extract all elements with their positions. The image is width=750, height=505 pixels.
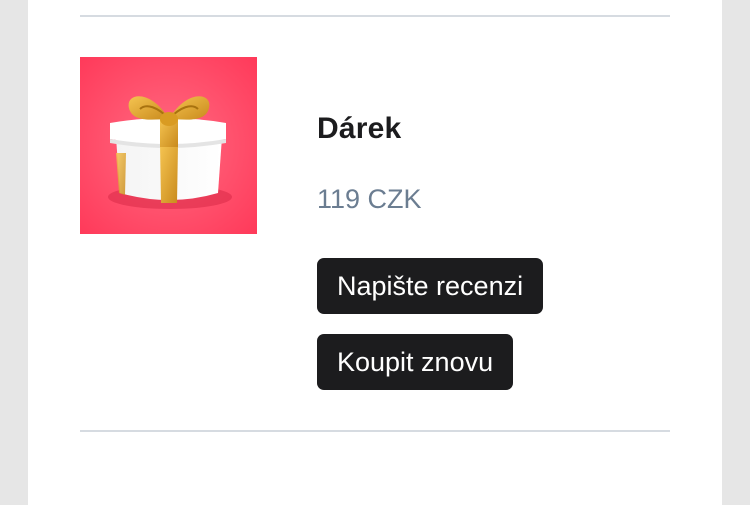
product-name[interactable]: Dárek	[317, 112, 401, 146]
divider-bottom	[80, 430, 670, 432]
buy-again-button[interactable]: Koupit znovu	[317, 334, 514, 390]
order-item-card: Dárek 119 CZK Napište recenzi Koupit zno…	[28, 0, 722, 505]
divider-top	[80, 15, 670, 17]
gift-box-icon	[80, 57, 257, 234]
write-review-button[interactable]: Napište recenzi	[317, 258, 544, 314]
product-image[interactable]	[80, 57, 257, 234]
product-price: 119 CZK	[317, 184, 422, 214]
